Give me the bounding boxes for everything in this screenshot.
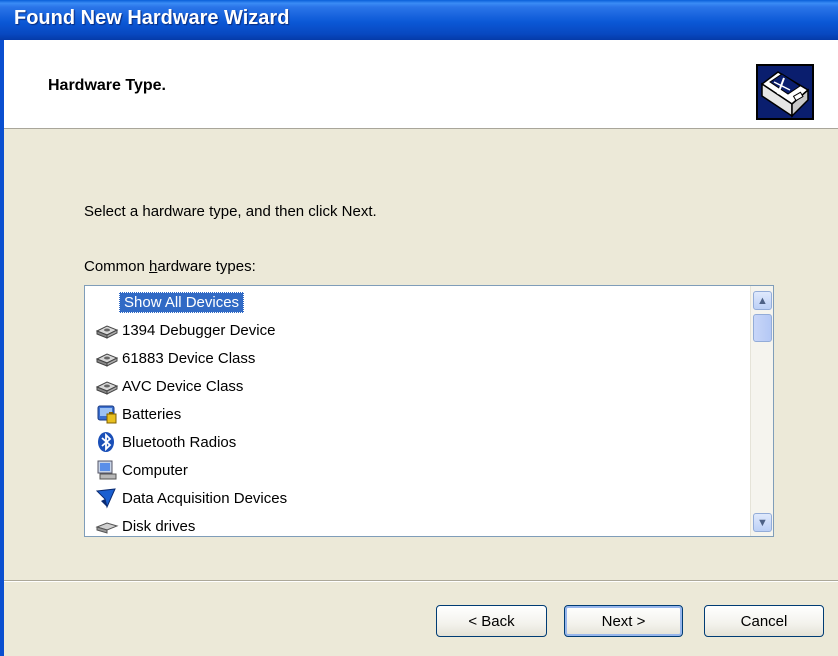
device-class-icon [95,347,119,369]
title-bar[interactable]: Found New Hardware Wizard [0,0,838,40]
computer-icon [95,459,119,481]
device-class-icon [95,375,119,397]
bluetooth-icon [95,431,119,453]
battery-icon [95,403,119,425]
hardware-install-icon [756,64,814,120]
scroll-up-button[interactable]: ▲ [753,291,772,310]
next-button[interactable]: Next > [564,605,683,637]
wizard-window: Found New Hardware Wizard Hardware Type.… [0,0,838,656]
device-class-icon [95,319,119,341]
wizard-header: Hardware Type. [4,40,838,129]
vertical-scrollbar[interactable]: ▲ ▼ [750,286,773,536]
list-item[interactable]: AVC Device Class [95,374,243,398]
chevron-up-icon: ▲ [757,294,768,307]
button-divider [4,580,838,582]
scroll-down-button[interactable]: ▼ [753,513,772,532]
next-button-label: Next > [601,612,646,630]
back-button[interactable]: < Back [436,605,547,637]
chevron-down-icon: ▼ [757,516,768,529]
list-label: Common hardware types: [84,258,256,275]
cancel-button[interactable]: Cancel [704,605,824,637]
back-button-label: < Back [468,612,515,630]
instruction-text: Select a hardware type, and then click N… [84,203,377,220]
list-item[interactable]: Batteries [95,402,181,426]
data-acquisition-icon [95,487,119,509]
hardware-type-list[interactable]: Show All Devices 1394 Debugger Device 61… [84,285,774,537]
cancel-button-label: Cancel [740,612,788,630]
list-item[interactable]: 61883 Device Class [95,346,255,370]
list-item[interactable]: Disk drives [95,514,195,536]
list-item[interactable]: Show All Devices [95,290,245,314]
disk-drive-icon [95,515,119,536]
page-title: Hardware Type. [48,77,166,94]
scrollbar-thumb[interactable] [753,314,772,342]
list-item[interactable]: 1394 Debugger Device [95,318,275,342]
list-item[interactable]: Data Acquisition Devices [95,486,287,510]
list-item[interactable]: Computer [95,458,188,482]
list-item[interactable]: Bluetooth Radios [95,430,236,454]
window-frame [0,40,4,656]
window-title: Found New Hardware Wizard [14,7,290,29]
